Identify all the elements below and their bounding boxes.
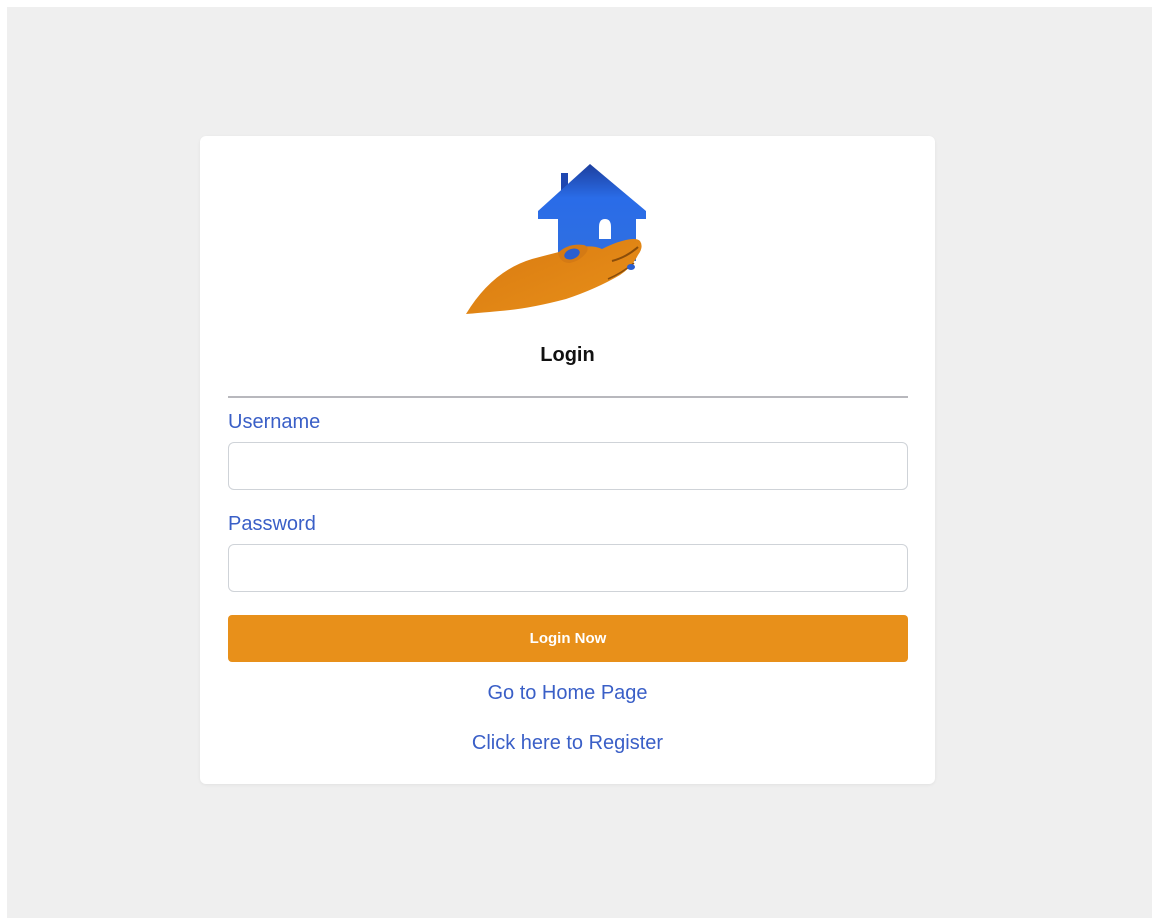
password-label: Password	[228, 513, 316, 535]
login-card: Login Username Password Login Now Go to …	[200, 136, 935, 784]
home-page-link[interactable]: Go to Home Page	[200, 682, 935, 705]
username-label: Username	[228, 411, 321, 433]
house-in-hand-logo	[466, 164, 646, 314]
register-link[interactable]: Click here to Register	[200, 732, 935, 755]
password-input[interactable]	[228, 544, 908, 592]
divider	[228, 396, 908, 398]
username-input[interactable]	[228, 442, 908, 490]
login-now-button[interactable]: Login Now	[228, 615, 908, 662]
page-title: Login	[540, 344, 595, 366]
